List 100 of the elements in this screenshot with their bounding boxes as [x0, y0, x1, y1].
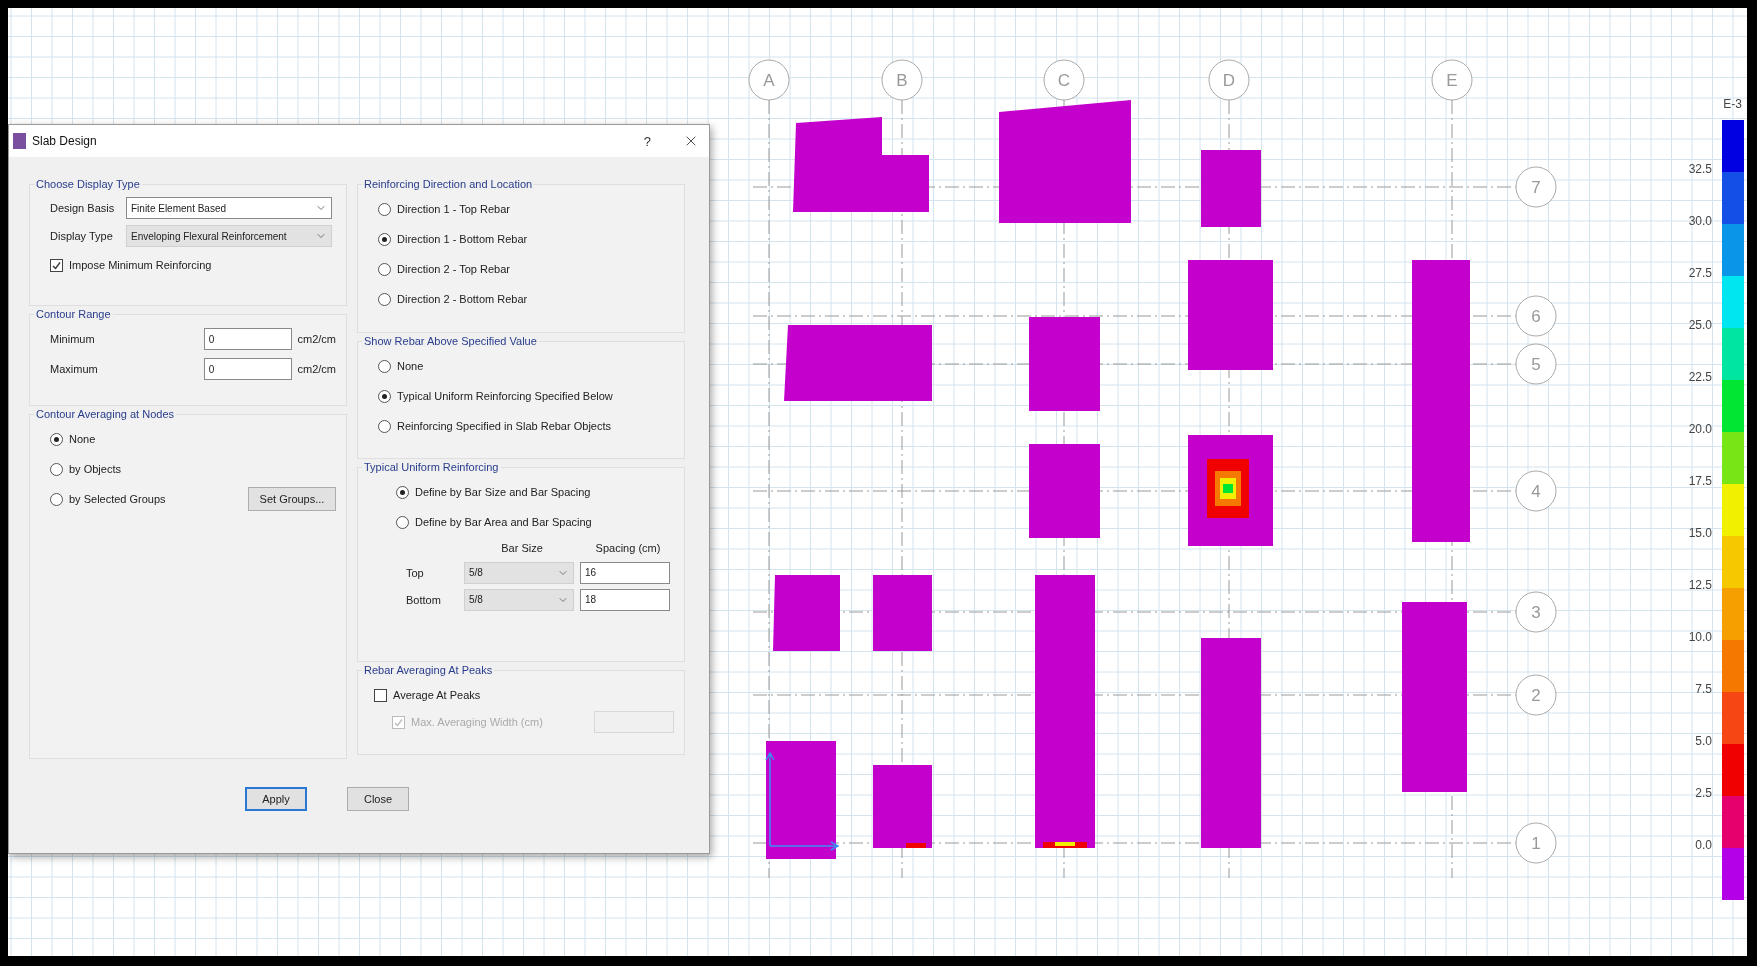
- radio-button[interactable]: [50, 432, 63, 446]
- grid-bubble: [1208, 59, 1250, 101]
- legend-label: 5.0: [1695, 734, 1712, 748]
- legend-label: 2.5: [1695, 786, 1712, 800]
- legend-label: 22.5: [1688, 370, 1712, 384]
- legend-label: 27.5: [1688, 266, 1712, 280]
- grid-bubble: [1043, 59, 1085, 101]
- row-label: Bottom: [406, 593, 442, 606]
- radio-button[interactable]: [396, 485, 409, 499]
- radio-button[interactable]: [378, 419, 391, 433]
- set-groups-button[interactable]: Set Groups...: [248, 487, 336, 511]
- spacing-field[interactable]: 16: [580, 561, 670, 584]
- field-label: Minimum: [50, 333, 96, 345]
- grid-bubble: [1431, 59, 1473, 101]
- dialog-button[interactable]: Close: [347, 787, 409, 811]
- field-label: Display Type: [50, 230, 114, 242]
- radio-label: Typical Uniform Reinforcing Specified Below: [397, 390, 613, 402]
- grid-bubble: [1515, 295, 1557, 337]
- radio-label: Direction 1 - Bottom Rebar: [397, 233, 528, 245]
- unit-label: cm2/cm: [297, 333, 336, 345]
- group-title: Typical Uniform Reinforcing: [362, 461, 501, 473]
- radio-label: Direction 2 - Bottom Rebar: [397, 293, 528, 305]
- radio-button[interactable]: [378, 389, 391, 403]
- column-header: Spacing (cm): [594, 542, 662, 554]
- grid-label: A: [763, 71, 775, 90]
- legend-label: 20.0: [1688, 422, 1712, 436]
- radio-label: None: [397, 360, 424, 372]
- checkbox[interactable]: [50, 258, 63, 272]
- bar-size-dropdown[interactable]: 5/8: [464, 561, 574, 584]
- grid-label: 3: [1531, 603, 1541, 622]
- legend-label: 10.0: [1688, 630, 1712, 644]
- radio-button[interactable]: [50, 462, 63, 476]
- help-button[interactable]: ?: [643, 133, 651, 149]
- checkbox[interactable]: [374, 688, 387, 702]
- grid-bubble: [881, 59, 923, 101]
- field-label: Design Basis: [50, 202, 116, 214]
- legend-label: 0.0: [1695, 838, 1712, 852]
- window-title: Slab Design: [32, 134, 98, 148]
- dropdown[interactable]: Finite Element Based: [126, 197, 332, 219]
- checkbox-label: Average At Peaks: [393, 689, 481, 701]
- hotspot-drawing: [906, 843, 926, 848]
- grid-bubble: [1515, 166, 1557, 208]
- grid-label: 4: [1531, 482, 1541, 501]
- unit-label: cm2/cm: [297, 363, 336, 375]
- grid-label: 5: [1531, 355, 1541, 374]
- grid-bubble: [1515, 470, 1557, 512]
- grid-label: E: [1446, 71, 1458, 90]
- radio-label: by Selected Groups: [69, 493, 166, 505]
- grid-label: 1: [1531, 834, 1541, 853]
- group-title: Contour Averaging at Nodes: [34, 408, 176, 420]
- radio-label: Define by Bar Size and Bar Spacing: [415, 486, 591, 498]
- grid-label: C: [1057, 71, 1071, 90]
- radio-label: Direction 2 - Top Rebar: [397, 263, 510, 275]
- radio-label: Define by Bar Area and Bar Spacing: [415, 516, 592, 528]
- field-label: Maximum: [50, 363, 99, 375]
- radio-button[interactable]: [50, 492, 63, 506]
- radio-button[interactable]: [378, 202, 391, 216]
- grid-label: B: [896, 71, 908, 90]
- input-field[interactable]: 0: [203, 328, 292, 350]
- radio-button[interactable]: [378, 359, 391, 373]
- legend-unit: E-3: [1723, 97, 1742, 111]
- grid-bubble: [1515, 343, 1557, 385]
- checkbox-label: Max. Averaging Width (cm): [411, 716, 543, 728]
- input-field[interactable]: 0: [203, 358, 292, 380]
- legend-label: 15.0: [1688, 526, 1712, 540]
- grid-label: 6: [1531, 307, 1541, 326]
- bar-size-dropdown[interactable]: 5/8: [464, 588, 574, 611]
- legend-label: 25.0: [1688, 318, 1712, 332]
- group-title: Contour Range: [34, 308, 113, 320]
- grid-bubble: [1515, 674, 1557, 716]
- legend-label: 32.5: [1688, 162, 1712, 176]
- legend-label: 7.5: [1695, 682, 1712, 696]
- radio-button[interactable]: [378, 262, 391, 276]
- legend-label: 30.0: [1688, 214, 1712, 228]
- radio-button[interactable]: [378, 292, 391, 306]
- radio-button[interactable]: [378, 232, 391, 246]
- checkbox-label: Impose Minimum Reinforcing: [69, 259, 212, 271]
- grid-label: 7: [1531, 178, 1541, 197]
- legend-label: 12.5: [1688, 578, 1712, 592]
- group-title: Reinforcing Direction and Location: [362, 178, 535, 190]
- group-title: Rebar Averaging At Peaks: [362, 664, 495, 676]
- grid-label: 2: [1531, 686, 1541, 705]
- column-header: Bar Size: [500, 542, 544, 554]
- radio-button[interactable]: [396, 515, 409, 529]
- hotspot-drawing: [1043, 842, 1087, 848]
- spacing-field[interactable]: 18: [580, 588, 670, 611]
- legend-label: 17.5: [1688, 474, 1712, 488]
- dialog-button[interactable]: Apply: [245, 787, 307, 811]
- radio-label: None: [69, 433, 96, 445]
- group-title: Show Rebar Above Specified Value: [362, 335, 539, 347]
- radio-label: by Objects: [69, 463, 121, 475]
- hotspot-drawing: [1207, 459, 1249, 518]
- app-icon: [13, 133, 26, 149]
- grid-bubble: [1515, 591, 1557, 633]
- row-label: Top: [406, 566, 425, 579]
- group-title: Choose Display Type: [34, 178, 142, 190]
- grid-bubble: [748, 59, 790, 101]
- radio-label: Reinforcing Specified in Slab Rebar Objects: [397, 420, 611, 432]
- radio-label: Direction 1 - Top Rebar: [397, 203, 510, 215]
- axes-icon: [765, 751, 840, 851]
